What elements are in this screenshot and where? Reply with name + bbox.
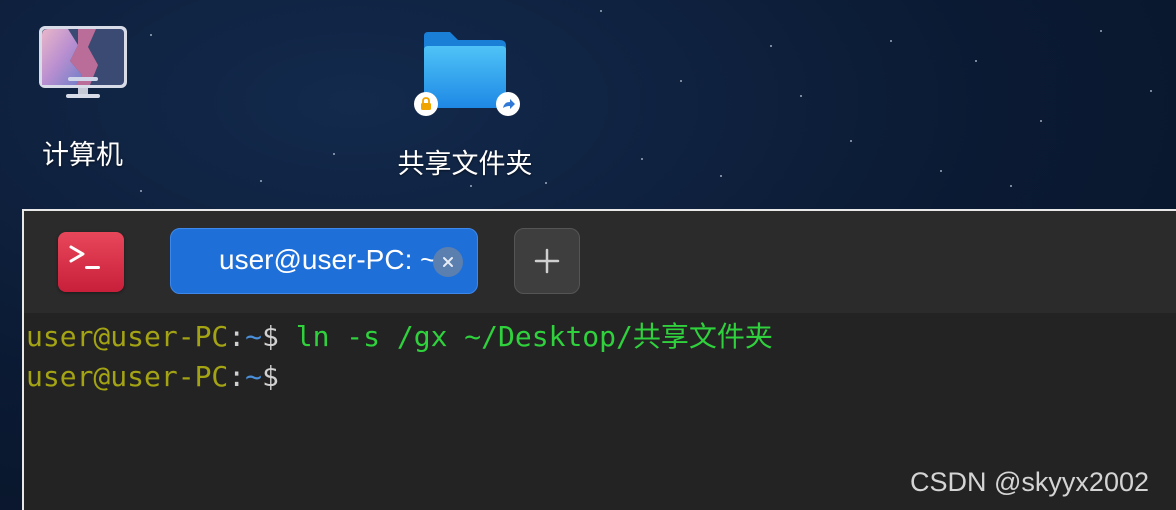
tab-title: user@user-PC: ~ bbox=[219, 244, 437, 275]
computer-monitor-icon bbox=[38, 25, 128, 101]
prompt-separator: : bbox=[228, 360, 246, 393]
terminal-app-icon[interactable] bbox=[58, 232, 124, 292]
prompt-path: ~ bbox=[245, 360, 263, 393]
command-text: ln -s /gx ~/Desktop/共享文件夹 bbox=[278, 320, 773, 353]
prompt-user: user@user-PC bbox=[26, 320, 229, 353]
terminal-window: user@user-PC: ~ user@user-PC:~$ ln -s /g… bbox=[22, 209, 1176, 510]
new-tab-button[interactable] bbox=[514, 228, 580, 294]
terminal-line: user@user-PC:~$ bbox=[26, 357, 1176, 397]
share-arrow-icon bbox=[496, 92, 520, 116]
prompt-user: user@user-PC bbox=[26, 360, 229, 393]
prompt-symbol: $ bbox=[262, 360, 279, 393]
lock-icon bbox=[414, 92, 438, 116]
prompt-path: ~ bbox=[245, 320, 263, 353]
desktop-icon-label: 计算机 bbox=[42, 140, 123, 171]
terminal-tab-bar: user@user-PC: ~ bbox=[24, 211, 1176, 313]
terminal-line: user@user-PC:~$ ln -s /gx ~/Desktop/共享文件… bbox=[26, 317, 1176, 357]
desktop-icon-label: 共享文件夹 bbox=[397, 149, 533, 180]
desktop-icon-computer[interactable]: 计算机 bbox=[20, 25, 145, 172]
close-tab-icon[interactable] bbox=[433, 247, 463, 277]
prompt-symbol: $ bbox=[262, 320, 279, 353]
plus-icon bbox=[534, 248, 560, 274]
desktop-icon-shared-folder[interactable]: 共享文件夹 bbox=[385, 28, 545, 181]
prompt-separator: : bbox=[228, 320, 246, 353]
watermark-text: CSDN @skyyx2002 bbox=[910, 467, 1149, 497]
desktop: { "desktop": { "icons": [ { "label": "计算… bbox=[0, 0, 1176, 510]
shared-folder-icon bbox=[410, 28, 520, 116]
tab-terminal-session[interactable]: user@user-PC: ~ bbox=[170, 228, 478, 294]
